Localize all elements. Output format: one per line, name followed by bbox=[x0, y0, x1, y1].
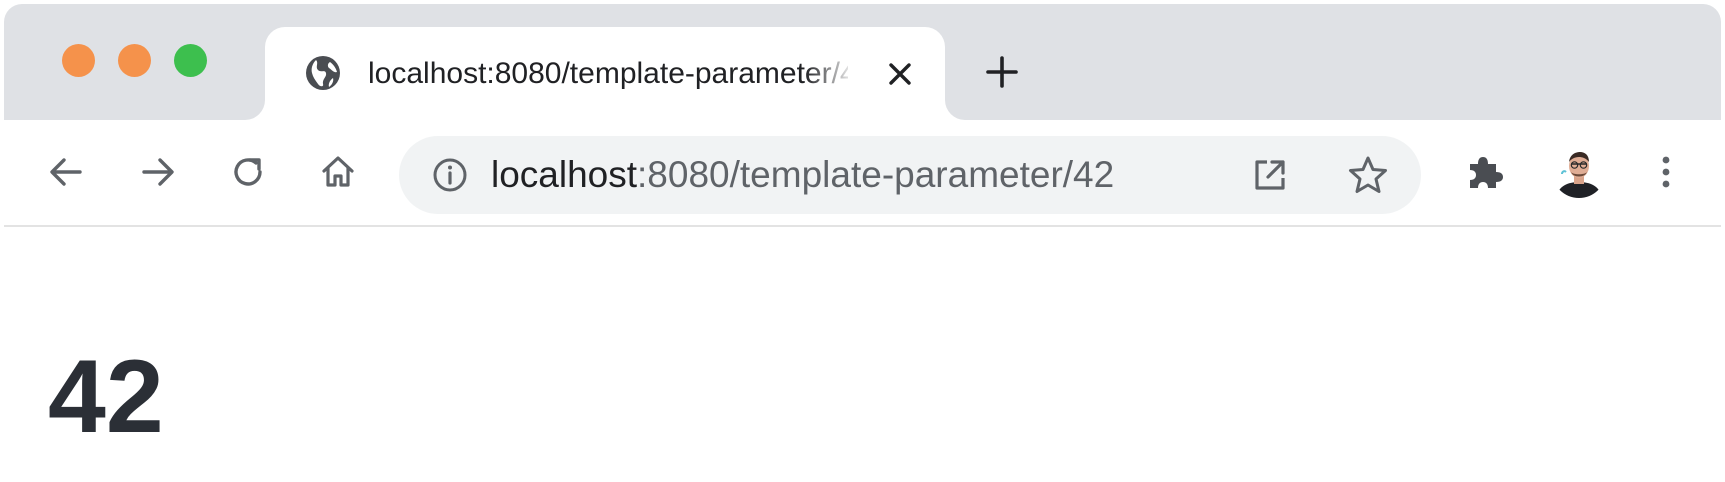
address-bar[interactable]: localhost:8080/template-parameter/42 bbox=[399, 136, 1421, 214]
avatar[interactable] bbox=[1552, 144, 1606, 198]
open-external-icon[interactable] bbox=[1251, 156, 1289, 194]
plus-icon[interactable] bbox=[982, 52, 1022, 92]
tab-title-fade bbox=[805, 49, 855, 99]
window-close-button[interactable] bbox=[62, 44, 95, 77]
globe-icon bbox=[306, 56, 340, 90]
window-zoom-button[interactable] bbox=[174, 44, 207, 77]
star-icon[interactable] bbox=[1347, 154, 1389, 196]
tab-strip: localhost:8080/template-parameter/42 bbox=[4, 4, 1721, 120]
close-icon[interactable] bbox=[882, 56, 918, 92]
url-text[interactable]: localhost:8080/template-parameter/42 bbox=[491, 153, 1114, 197]
back-arrow-icon[interactable] bbox=[44, 150, 88, 194]
info-icon[interactable] bbox=[431, 156, 469, 194]
url-path: :8080/template-parameter/42 bbox=[637, 154, 1115, 195]
home-icon[interactable] bbox=[316, 150, 360, 194]
page-heading: 42 bbox=[48, 339, 164, 455]
reload-icon[interactable] bbox=[226, 150, 270, 194]
window-minimize-button[interactable] bbox=[118, 44, 151, 77]
puzzle-icon[interactable] bbox=[1462, 150, 1506, 194]
kebab-menu-icon[interactable] bbox=[1644, 150, 1688, 194]
browser-toolbar: localhost:8080/template-parameter/42 bbox=[4, 120, 1721, 227]
tab-title: localhost:8080/template-parameter/42 bbox=[368, 57, 848, 90]
page-content: 42 bbox=[4, 227, 1721, 478]
browser-window: localhost:8080/template-parameter/42 loc… bbox=[4, 4, 1721, 478]
forward-arrow-icon[interactable] bbox=[136, 150, 180, 194]
url-host: localhost bbox=[491, 154, 638, 195]
browser-tab[interactable]: localhost:8080/template-parameter/42 bbox=[265, 27, 945, 120]
